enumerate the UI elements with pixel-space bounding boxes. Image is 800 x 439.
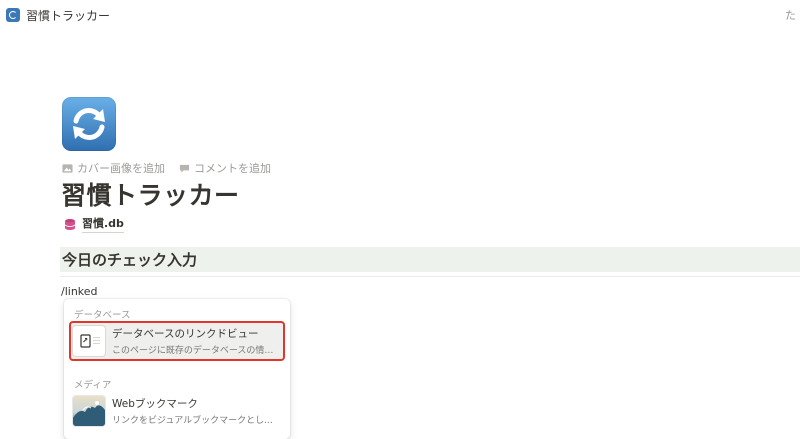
add-cover-label: カバー画像を追加 xyxy=(77,162,165,175)
slash-command-menu: データベース データベースのリンクドビュー このページに既存のデータベースの情報… xyxy=(64,299,290,439)
page-title[interactable]: 習慣トラッカー xyxy=(61,176,240,212)
image-icon xyxy=(62,163,73,173)
add-comment-button[interactable]: コメントを追加 xyxy=(179,160,271,176)
menu-group-label-database: データベース xyxy=(74,310,131,321)
menu-item-description: このページに既存のデータベースの情報を... xyxy=(112,346,280,356)
add-comment-label: コメントを追加 xyxy=(194,162,271,175)
add-cover-button[interactable]: カバー画像を追加 xyxy=(62,160,165,176)
menu-item-title: Webブックマーク xyxy=(112,398,198,410)
linked-view-thumbnail xyxy=(73,326,105,356)
menu-item-title: データベースのリンクドビュー xyxy=(112,328,259,340)
linked-database-icon xyxy=(80,334,100,348)
web-bookmark-thumbnail xyxy=(73,396,105,426)
database-link[interactable]: 習慣.db xyxy=(64,215,124,233)
menu-item-description: リンクをビジュアルブックマークとして保... xyxy=(112,416,280,426)
comment-icon xyxy=(179,164,190,173)
page-emoji-icon[interactable] xyxy=(62,97,116,151)
topbar-right-text[interactable]: た xyxy=(785,7,796,23)
breadcrumb-page-title[interactable]: 習慣トラッカー xyxy=(26,7,110,24)
top-bar: 習慣トラッカー た xyxy=(0,0,800,30)
section-divider xyxy=(60,276,800,277)
menu-item-web-bookmark[interactable]: Webブックマーク リンクをビジュアルブックマークとして保... xyxy=(70,392,284,430)
database-icon xyxy=(64,218,76,230)
menu-group-label-media: メディア xyxy=(74,380,112,391)
wave-image-icon xyxy=(73,401,105,426)
page-header-actions: カバー画像を追加 コメントを追加 xyxy=(62,160,271,176)
arrows-counterclockwise-icon xyxy=(73,108,105,140)
menu-item-linked-database-view[interactable]: データベースのリンクドビュー このページに既存のデータベースの情報を... xyxy=(69,321,285,361)
section-heading[interactable]: 今日のチェック入力 xyxy=(60,247,800,272)
database-link-label: 習慣.db xyxy=(82,215,124,233)
slash-command-input[interactable]: /linked xyxy=(61,285,98,298)
page-favicon-icon xyxy=(6,8,20,22)
